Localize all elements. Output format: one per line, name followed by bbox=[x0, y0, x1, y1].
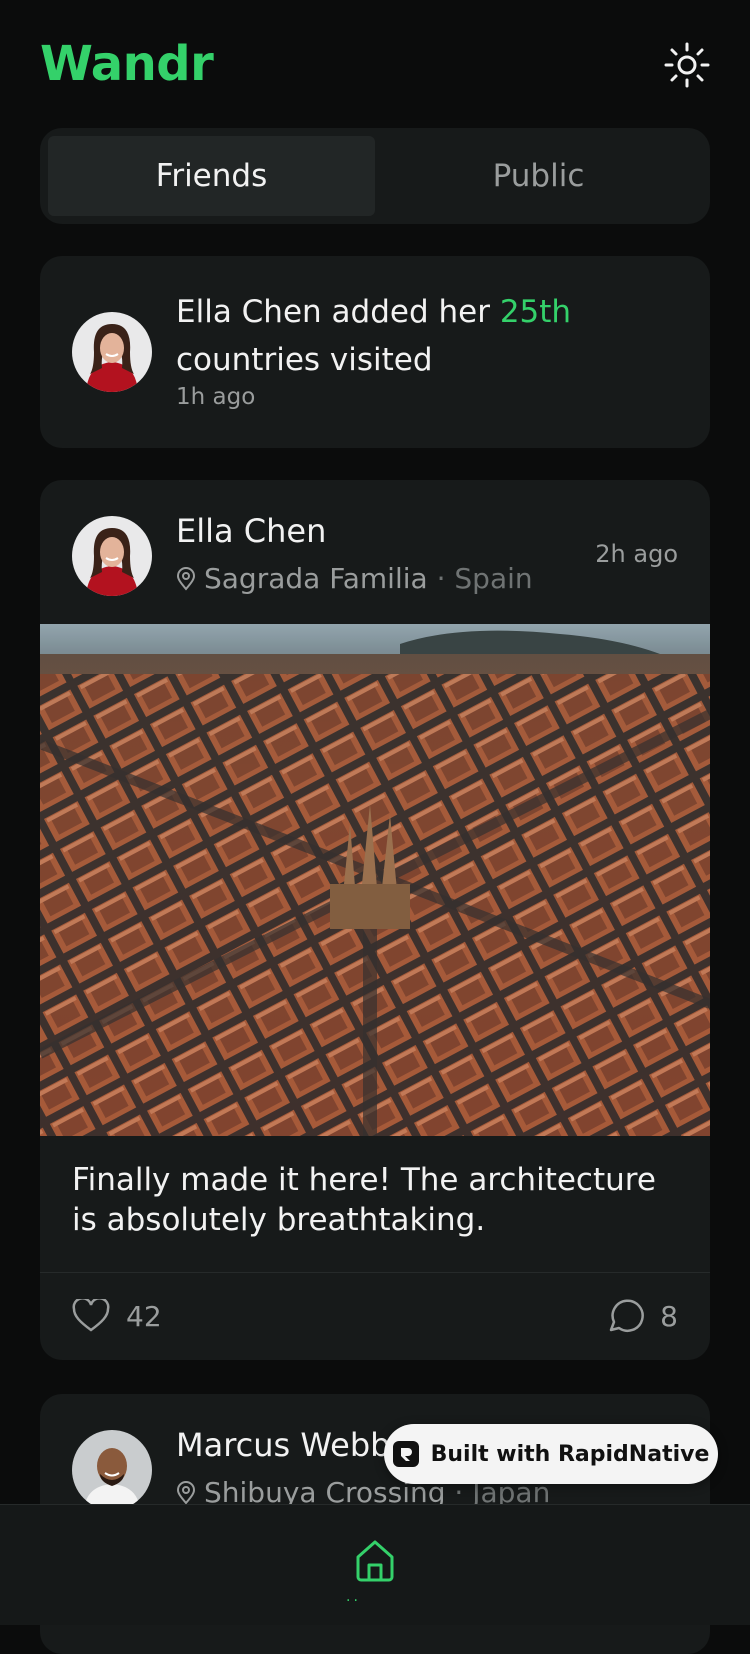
user-avatar-image bbox=[72, 516, 152, 596]
activity-highlight: 25th bbox=[499, 294, 572, 330]
badge-label: Built with RapidNative bbox=[430, 1441, 710, 1467]
feed-tabs: Friends Public bbox=[40, 128, 710, 224]
tab-friends[interactable]: Friends bbox=[48, 136, 375, 216]
post-country: Spain bbox=[454, 562, 533, 595]
post-author-name[interactable]: Marcus Webb bbox=[176, 1426, 390, 1464]
comment-count: 8 bbox=[660, 1299, 678, 1333]
location-separator: · bbox=[436, 562, 446, 595]
user-avatar-image bbox=[72, 312, 152, 392]
tab-home[interactable] bbox=[350, 1535, 400, 1595]
post-divider bbox=[40, 1272, 710, 1273]
post-timestamp: 2h ago bbox=[595, 540, 678, 568]
activity-text-end: countries visited bbox=[176, 342, 433, 378]
activity-message: Ella Chen added her 25th countries visit… bbox=[176, 288, 676, 384]
location-pin-icon bbox=[176, 1481, 196, 1505]
avatar[interactable] bbox=[72, 312, 152, 392]
comment-button[interactable]: 8 bbox=[606, 1292, 678, 1340]
post-place: Sagrada Familia bbox=[204, 562, 428, 595]
post-card: Ella Chen Sagrada Familia · Spain 2h ago bbox=[40, 480, 710, 1360]
comment-bubble-icon bbox=[609, 1299, 645, 1332]
like-button[interactable]: 42 bbox=[72, 1292, 162, 1340]
avatar[interactable] bbox=[72, 1430, 152, 1510]
post-photo[interactable] bbox=[40, 624, 710, 1136]
post-image bbox=[40, 624, 710, 1136]
activity-text-start: Ella Chen added her bbox=[176, 294, 500, 330]
post-caption: Finally made it here! The architecture i… bbox=[72, 1162, 656, 1238]
avatar[interactable] bbox=[72, 516, 152, 596]
theme-toggle-button[interactable] bbox=[664, 42, 710, 88]
tab-public[interactable]: Public bbox=[375, 136, 702, 216]
post-author-name[interactable]: Ella Chen bbox=[176, 512, 326, 550]
heart-icon bbox=[72, 1299, 110, 1332]
home-icon bbox=[356, 1540, 394, 1582]
location-pin-icon bbox=[176, 567, 196, 591]
active-tab-indicator: ·· bbox=[346, 1593, 361, 1609]
activity-card[interactable]: Ella Chen added her 25th countries visit… bbox=[40, 256, 710, 448]
sun-icon bbox=[664, 42, 710, 88]
like-count: 42 bbox=[126, 1299, 162, 1333]
app-header: Wandr bbox=[40, 30, 710, 100]
rapidnative-logo-icon bbox=[392, 1441, 419, 1467]
post-location[interactable]: Sagrada Familia · Spain bbox=[176, 562, 533, 595]
built-with-badge[interactable]: Built with RapidNative bbox=[384, 1424, 718, 1484]
bottom-tab-bar: ·· bbox=[0, 1504, 750, 1625]
user-avatar-image bbox=[72, 1430, 152, 1510]
app-title: Wandr bbox=[40, 36, 214, 92]
activity-timestamp: 1h ago bbox=[176, 384, 256, 410]
